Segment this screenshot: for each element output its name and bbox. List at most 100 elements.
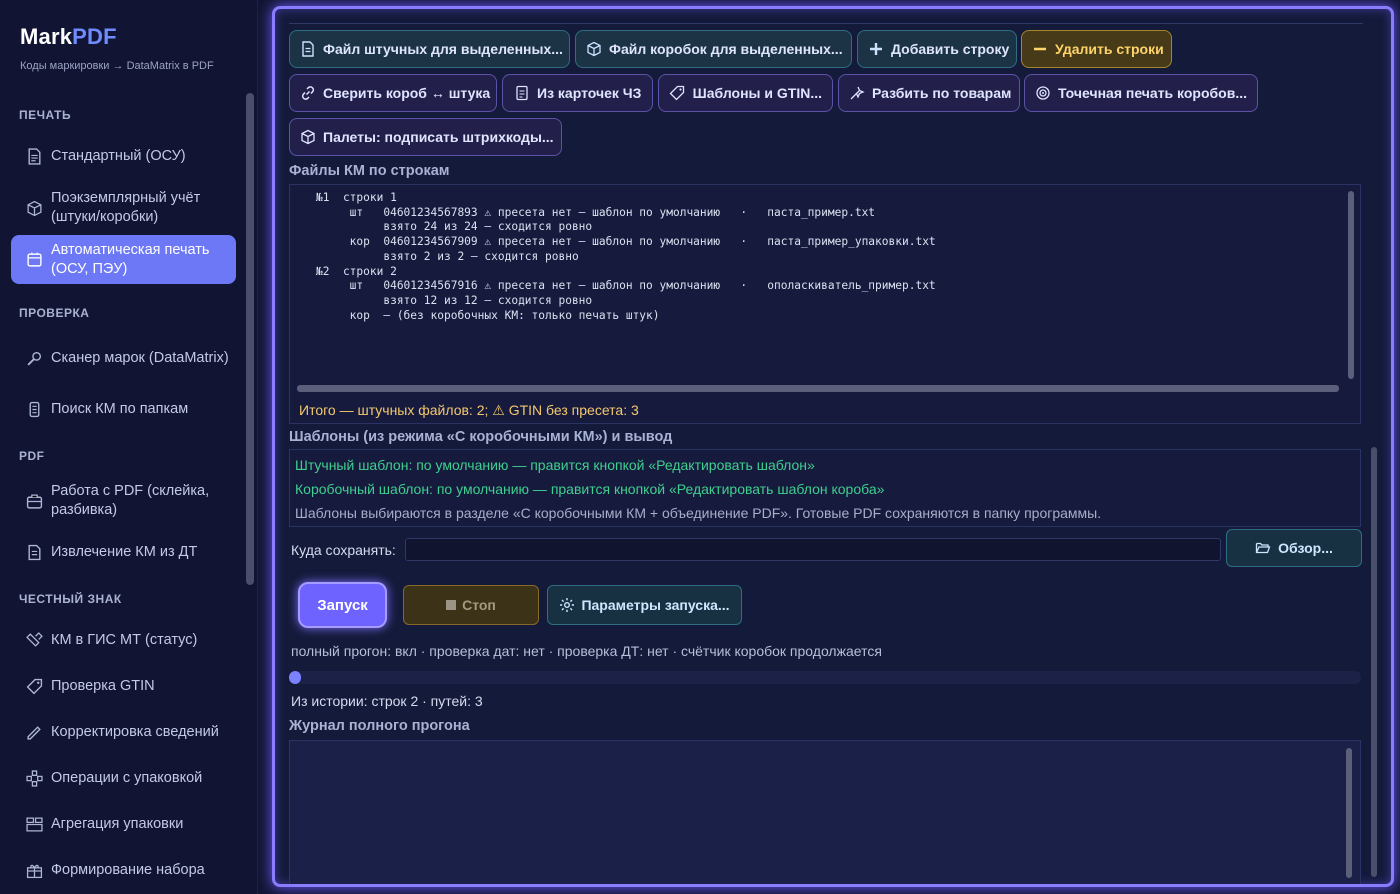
- file-icon: [300, 41, 316, 58]
- sidebar-item-label: Агрегация упаковки: [51, 815, 184, 832]
- stop-square-icon: [446, 600, 457, 610]
- sidebar-scrollbar[interactable]: [246, 93, 254, 585]
- unit-template-info: Штучный шаблон: по умолчанию — правится …: [295, 457, 815, 473]
- packaging-icon: [25, 769, 43, 787]
- divider: [289, 23, 1363, 24]
- box-icon: [586, 41, 602, 58]
- gear-icon: [559, 597, 575, 613]
- button-label: Файл штучных для выделенных...: [323, 41, 563, 57]
- from-cz-cards-button[interactable]: Из карточек ЧЗ: [502, 74, 653, 112]
- browse-button[interactable]: Обзор...: [1226, 529, 1362, 567]
- button-label: Параметры запуска...: [581, 597, 730, 613]
- folder-open-icon: [1255, 540, 1272, 557]
- section-title-check: ПРОВЕРКА: [19, 306, 90, 320]
- button-label: Стоп: [462, 597, 496, 613]
- split-by-product-button[interactable]: Разбить по товарам: [838, 74, 1020, 112]
- scanner-icon: [25, 349, 43, 367]
- box-file-button[interactable]: Файл коробок для выделенных...: [575, 30, 852, 68]
- sidebar-item-label: Проверка GTIN: [51, 677, 155, 694]
- tag-icon: [25, 677, 43, 695]
- link-icon: [300, 85, 316, 102]
- journal-scrollbar[interactable]: [1346, 748, 1352, 878]
- add-row-button[interactable]: Добавить строку: [857, 30, 1017, 68]
- templates-note: Шаблоны выбираются в разделе «С коробочн…: [295, 505, 1102, 521]
- journal-log: [289, 740, 1361, 884]
- section-title-pdf: PDF: [19, 449, 45, 463]
- sidebar-item-label: КМ в ГИС МТ (статус): [51, 631, 198, 648]
- log-horizontal-scrollbar[interactable]: [297, 385, 1339, 392]
- delete-rows-button[interactable]: Удалить строки: [1021, 30, 1172, 68]
- sidebar-item-label: Поэкземплярный учёт (штуки/коробки): [51, 190, 201, 225]
- stop-button[interactable]: Стоп: [403, 585, 539, 625]
- sidebar-item-per-unit[interactable]: Поэкземплярный учёт (штуки/коробки): [11, 187, 236, 229]
- templates-gtin-button[interactable]: Шаблоны и GTIN...: [658, 74, 833, 112]
- split-icon: [849, 85, 865, 102]
- folder-search-icon: [25, 400, 43, 418]
- templates-info-box: Штучный шаблон: по умолчанию — правится …: [289, 449, 1361, 527]
- box-template-info: Коробочный шаблон: по умолчанию — правит…: [295, 481, 885, 497]
- sidebar-item-packaging[interactable]: Операции с упаковкой: [11, 765, 236, 791]
- sidebar-item-label: Корректировка сведений: [51, 723, 219, 740]
- sidebar-item-label: Операции с упаковкой: [51, 769, 203, 786]
- match-box-unit-button[interactable]: Сверить короб ↔ штука: [289, 74, 497, 112]
- gis-status-icon: [25, 631, 43, 649]
- target-icon: [1035, 85, 1051, 102]
- save-path-input[interactable]: [405, 538, 1221, 561]
- pallets-sign-barcodes-button[interactable]: Палеты: подписать штрихкоды...: [289, 118, 562, 156]
- run-button[interactable]: Запуск: [298, 582, 387, 628]
- document-icon: [25, 147, 43, 165]
- sidebar-item-aggregation[interactable]: Агрегация упаковки: [11, 811, 236, 837]
- sidebar-item-pdf-tools[interactable]: Работа с PDF (склейка, разбивка): [11, 481, 236, 521]
- sidebar-item-label: Сканер марок (DataMatrix): [51, 349, 229, 366]
- sidebar-item-correction[interactable]: Корректировка сведений: [11, 719, 236, 745]
- sidebar-item-standard[interactable]: Стандартный (ОСУ): [11, 137, 236, 175]
- unit-file-button[interactable]: Файл штучных для выделенных...: [289, 30, 570, 68]
- sidebar-item-folder-search[interactable]: Поиск КМ по папкам: [11, 396, 236, 422]
- history-info: Из истории: строк 2 · путей: 3: [291, 693, 483, 709]
- sidebar-item-extract[interactable]: Извлечение КМ из ДТ: [11, 539, 236, 565]
- aggregation-icon: [25, 815, 43, 833]
- button-label: Файл коробок для выделенных...: [609, 41, 843, 57]
- launch-params-button[interactable]: Параметры запуска...: [547, 585, 742, 625]
- minus-icon: [1032, 41, 1048, 58]
- main-panel: Файл штучных для выделенных... Файл коро…: [272, 6, 1394, 887]
- auto-print-icon: [25, 251, 43, 269]
- brand-name: Mark: [20, 24, 73, 49]
- extract-icon: [25, 543, 43, 561]
- button-label: Сверить короб ↔ штука: [323, 85, 491, 101]
- sidebar-item-label: Стандартный (ОСУ): [51, 147, 186, 164]
- sidebar-item-gtin[interactable]: Проверка GTIN: [11, 673, 236, 699]
- sidebar-item-auto-print[interactable]: Автоматическая печать (ОСУ, ПЭУ): [11, 235, 236, 284]
- sidebar-item-label: Формирование набора: [51, 861, 205, 878]
- brand-name-accent: PDF: [72, 24, 117, 49]
- km-files-log-text: №1 строки 1 шт 04601234567893 ⚠ пресета …: [316, 191, 936, 322]
- brand-subtitle: Коды маркировки → DataMatrix в PDF: [20, 60, 214, 72]
- sidebar-item-scanner[interactable]: Сканер марок (DataMatrix): [11, 338, 236, 378]
- sidebar-item-label: Работа с PDF (склейка, разбивка): [51, 483, 210, 518]
- card-icon: [513, 85, 530, 102]
- cube-icon: [25, 199, 43, 217]
- sidebar-item-bundle[interactable]: Формирование набора: [11, 857, 236, 883]
- km-files-log: №1 строки 1 шт 04601234567893 ⚠ пресета …: [289, 184, 1361, 424]
- button-label: Обзор...: [1278, 540, 1333, 556]
- spot-print-boxes-button[interactable]: Точечная печать коробов...: [1024, 74, 1258, 112]
- run-status-line: полный прогон: вкл · проверка дат: нет ·…: [291, 643, 882, 659]
- km-files-total: Итого — штучных файлов: 2; ⚠ GTIN без пр…: [299, 402, 639, 418]
- log-vertical-scrollbar[interactable]: [1348, 191, 1354, 379]
- sidebar-item-label: Извлечение КМ из ДТ: [51, 543, 198, 560]
- tag-icon: [669, 85, 686, 102]
- button-label: Добавить строку: [891, 41, 1010, 57]
- km-files-title: Файлы КМ по строкам: [289, 163, 450, 179]
- section-title-chestny-znak: ЧЕСТНЫЙ ЗНАК: [19, 592, 122, 606]
- button-label: Палеты: подписать штрихкоды...: [323, 129, 554, 145]
- button-label: Точечная печать коробов...: [1058, 85, 1247, 101]
- main-scrollbar[interactable]: [1371, 447, 1377, 877]
- gift-icon: [25, 861, 43, 879]
- section-title-print: ПЕЧАТЬ: [19, 108, 72, 122]
- button-label: Удалить строки: [1055, 41, 1164, 57]
- pdf-tools-icon: [25, 492, 43, 510]
- sidebar-item-label: Автоматическая печать (ОСУ, ПЭУ): [51, 241, 210, 277]
- sidebar-item-gis-status[interactable]: КМ в ГИС МТ (статус): [11, 627, 236, 653]
- sidebar: MarkPDF Коды маркировки → DataMatrix в P…: [0, 0, 258, 894]
- button-label: Разбить по товарам: [872, 85, 1012, 101]
